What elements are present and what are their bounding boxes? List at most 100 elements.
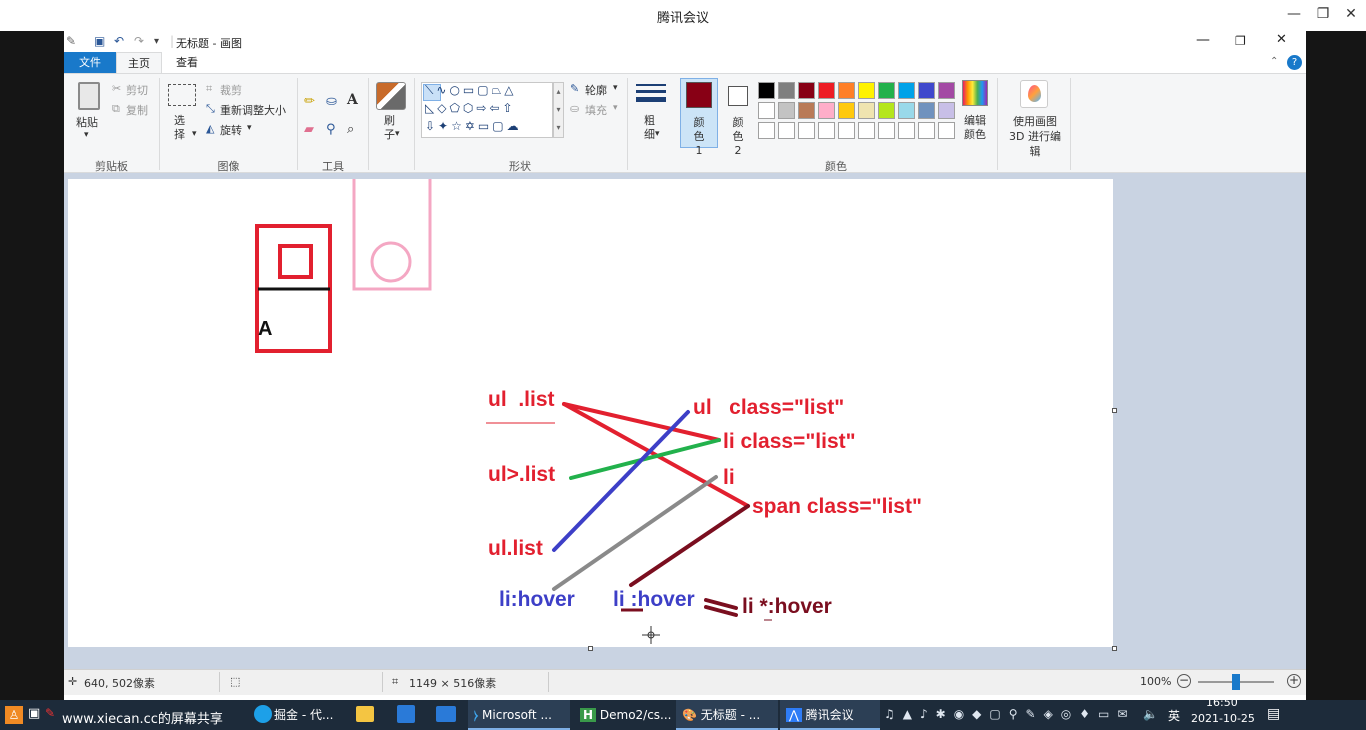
copy-button[interactable]: 复制	[126, 102, 148, 118]
palette-swatch[interactable]	[938, 102, 955, 119]
paste-button[interactable]: 粘贴	[76, 114, 98, 130]
meeting-close-button[interactable]: ✕	[1339, 6, 1363, 22]
select-icon[interactable]	[168, 84, 196, 106]
palette-empty-swatch[interactable]	[778, 122, 795, 139]
palette-swatch[interactable]	[758, 102, 775, 119]
taskbar-app-paint[interactable]: 🎨 无标题 - ...	[676, 700, 778, 730]
palette-empty-swatch[interactable]	[918, 122, 935, 139]
drawing-canvas[interactable]: A ul .list ul>.list ul.list li:hover li …	[68, 179, 1113, 647]
clock-date[interactable]: 2021-10-25	[1191, 712, 1255, 725]
palette-empty-swatch[interactable]	[758, 122, 775, 139]
brush-dropdown-icon[interactable]: ▾	[395, 129, 400, 139]
paint-minimize-button[interactable]: —	[1196, 32, 1210, 48]
palette-empty-swatch[interactable]	[858, 122, 875, 139]
zoom-out-button[interactable]: −	[1177, 674, 1191, 688]
taskbar-app-hbuilder[interactable]: H Demo2/cs...	[574, 700, 674, 730]
ime-indicator[interactable]: 英	[1168, 707, 1180, 724]
paint3d-icon[interactable]	[1020, 80, 1048, 108]
color2-swatch[interactable]	[728, 86, 748, 106]
mail-icon[interactable]	[436, 706, 456, 722]
palette-swatch[interactable]	[938, 82, 955, 99]
color-picker-icon[interactable]: ⚲	[326, 122, 336, 137]
fill-dropdown-icon[interactable]: ▾	[613, 103, 618, 113]
palette-swatch[interactable]	[838, 82, 855, 99]
fill-button[interactable]: 填充	[585, 102, 607, 118]
rotate-dropdown-icon[interactable]: ▾	[247, 123, 252, 133]
zoom-slider-thumb[interactable]	[1232, 674, 1240, 690]
fill-bucket-icon[interactable]: ⛀	[326, 94, 337, 109]
select-button[interactable]: 选择	[174, 114, 190, 142]
palette-swatch[interactable]	[878, 102, 895, 119]
pencil-icon[interactable]: ✏	[304, 94, 315, 109]
file-explorer-icon[interactable]	[356, 706, 374, 722]
palette-swatch[interactable]	[798, 82, 815, 99]
palette-empty-swatch[interactable]	[878, 122, 895, 139]
save-icon[interactable]: ▣	[94, 34, 105, 48]
magnifier-icon[interactable]: ⌕	[347, 122, 354, 137]
help-icon[interactable]: ?	[1287, 55, 1302, 70]
cut-button[interactable]: 剪切	[126, 82, 148, 98]
tab-home[interactable]: 主页	[116, 52, 162, 73]
edit-colors-icon[interactable]	[962, 80, 988, 106]
redo-icon[interactable]: ↷	[134, 34, 144, 48]
outline-dropdown-icon[interactable]: ▾	[613, 83, 618, 93]
palette-swatch[interactable]	[898, 102, 915, 119]
color2-label[interactable]: 颜色 2	[730, 116, 746, 158]
palette-swatch[interactable]	[858, 82, 875, 99]
shapes-gallery[interactable]: ⟍∿○▭▢⏢△ ◺◇⬠⬡⇨⇦⇧ ⇩✦☆✡▭▢☁	[421, 82, 553, 138]
meeting-restore-button[interactable]: ❐	[1311, 6, 1335, 22]
palette-empty-swatch[interactable]	[798, 122, 815, 139]
canvas-resize-handle-bottom[interactable]	[588, 646, 593, 651]
canvas-resize-handle-right[interactable]	[1112, 408, 1117, 413]
canvas-resize-handle-corner[interactable]	[1112, 646, 1117, 651]
edit-colors-button[interactable]: 编辑颜色	[962, 114, 988, 142]
edge-icon[interactable]	[254, 705, 272, 723]
palette-empty-swatch[interactable]	[898, 122, 915, 139]
paint3d-button[interactable]: 使用画图 3D 进行编辑	[1006, 114, 1064, 159]
system-tray-icons[interactable]: ♫▲♪✱◉◆▢⚲✎◈◎♦▭✉	[884, 707, 1135, 721]
palette-swatch[interactable]	[838, 102, 855, 119]
palette-empty-swatch[interactable]	[838, 122, 855, 139]
brush-icon[interactable]	[376, 82, 406, 110]
palette-swatch[interactable]	[918, 82, 935, 99]
paste-dropdown-icon[interactable]: ▾	[84, 130, 89, 140]
palette-swatch[interactable]	[858, 102, 875, 119]
paint-restore-button[interactable]: ❐	[1235, 34, 1246, 48]
outline-button[interactable]: 轮廓	[585, 82, 607, 98]
palette-swatch[interactable]	[778, 102, 795, 119]
paint-close-button[interactable]: ✕	[1276, 32, 1287, 47]
resize-button[interactable]: 重新调整大小	[220, 102, 286, 118]
text-tool-icon[interactable]: A	[347, 92, 358, 108]
clipboard-icon[interactable]	[78, 82, 100, 110]
taskbar-app-vscode[interactable]: ⧽ Microsoft ...	[468, 700, 570, 730]
store-icon[interactable]	[397, 705, 415, 723]
notification-icon[interactable]: ▤	[1267, 706, 1280, 722]
palette-swatch[interactable]	[818, 102, 835, 119]
palette-swatch[interactable]	[878, 82, 895, 99]
size-dropdown-icon[interactable]: ▾	[655, 129, 660, 139]
palette-swatch[interactable]	[758, 82, 775, 99]
collapse-ribbon-icon[interactable]: ⌃	[1270, 56, 1278, 67]
palette-empty-swatch[interactable]	[938, 122, 955, 139]
volume-muted-icon[interactable]: 🔈	[1143, 707, 1158, 721]
undo-icon[interactable]: ↶	[114, 34, 124, 48]
zoom-in-button[interactable]: +	[1287, 674, 1301, 688]
taskbar-app-tencent-meeting[interactable]: ⋀ 腾讯会议	[780, 700, 880, 730]
tab-file[interactable]: 文件	[64, 52, 116, 73]
palette-swatch[interactable]	[778, 82, 795, 99]
meeting-minimize-button[interactable]: —	[1282, 6, 1306, 22]
taskbar-app-juejin[interactable]: 掘金 - 代...	[272, 700, 342, 730]
palette-swatch[interactable]	[918, 102, 935, 119]
tab-view[interactable]: 查看	[162, 52, 212, 73]
palette-swatch[interactable]	[898, 82, 915, 99]
rotate-button[interactable]: 旋转	[220, 122, 242, 138]
palette-empty-swatch[interactable]	[818, 122, 835, 139]
shapes-scroll-icon[interactable]: ▴ ▾ ▾	[553, 82, 564, 138]
select-dropdown-icon[interactable]: ▾	[192, 129, 197, 139]
palette-swatch[interactable]	[818, 82, 835, 99]
crop-button[interactable]: 裁剪	[220, 82, 242, 98]
qat-dropdown-icon[interactable]: ▾	[154, 36, 159, 47]
clock-time[interactable]: 16:50	[1206, 696, 1238, 709]
palette-swatch[interactable]	[798, 102, 815, 119]
eraser-icon[interactable]: ▰	[304, 122, 314, 137]
